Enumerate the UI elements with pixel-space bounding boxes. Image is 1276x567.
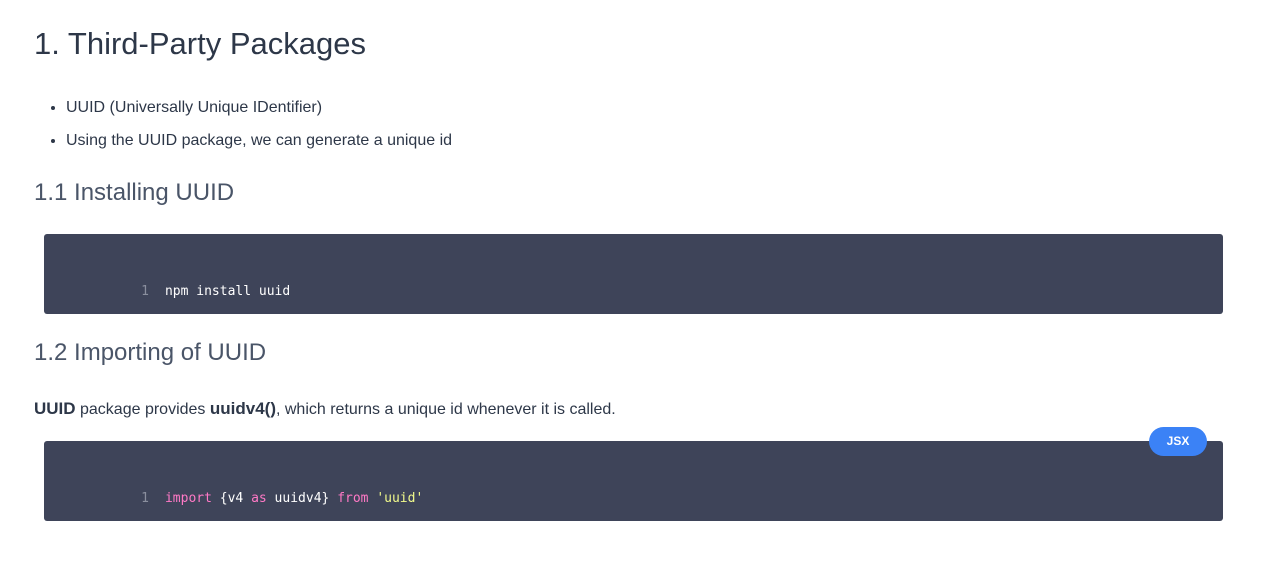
paragraph-text: package provides: [75, 401, 210, 418]
bullet-list: UUID (Universally Unique IDentifier) Usi…: [34, 96, 452, 162]
code-line: 1 npm install uuid: [44, 265, 290, 319]
paragraph-text: , which returns a unique id whenever it …: [275, 401, 616, 418]
code-text: npm install uuid: [164, 284, 291, 299]
list-item: Using the UUID package, we can generate …: [66, 129, 452, 153]
section-title-installing: 1.1 Installing UUID: [34, 179, 235, 206]
page-title: 1. Third-Party Packages: [34, 26, 366, 61]
description-paragraph: UUID package provides uuidv4(), which re…: [34, 396, 616, 423]
code-string: 'uuid': [376, 491, 424, 506]
code-block-install[interactable]: 1 npm install uuid: [44, 234, 1223, 314]
list-item: UUID (Universally Unique IDentifier): [66, 96, 452, 120]
code-line: 1 import {v4 as uuidv4} from 'uuid': [44, 472, 423, 526]
section-title-importing: 1.2 Importing of UUID: [34, 339, 267, 366]
line-number: 1: [141, 491, 149, 506]
code-block-import[interactable]: 1 import {v4 as uuidv4} from 'uuid': [44, 441, 1223, 521]
keyword-from: from: [337, 491, 369, 506]
uuid-bold: UUID: [34, 399, 76, 418]
uuidv4-bold: uuidv4(): [209, 399, 276, 418]
line-number: 1: [141, 284, 149, 299]
keyword-as: as: [251, 491, 267, 506]
code-token: uuidv4}: [266, 491, 338, 506]
keyword-import: import: [164, 491, 212, 506]
language-badge: JSX: [1149, 427, 1207, 456]
page: 1. Third-Party Packages UUID (Universall…: [0, 0, 1276, 567]
code-token: {v4: [211, 491, 252, 506]
